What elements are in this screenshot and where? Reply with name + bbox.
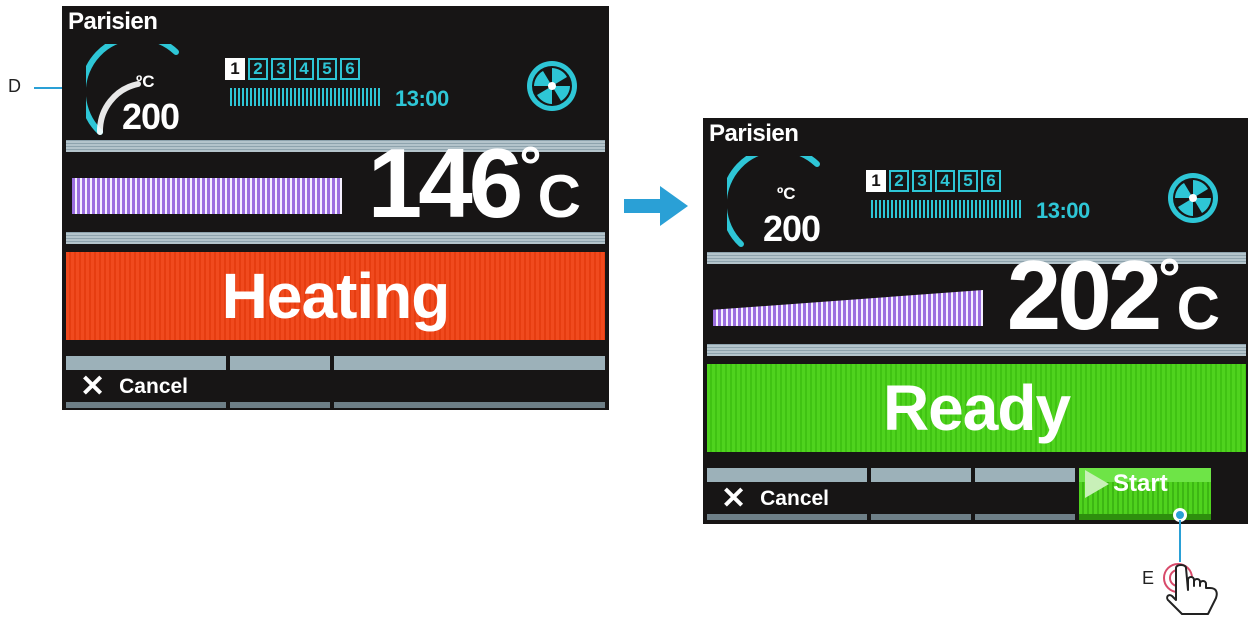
step-4: 4 — [294, 58, 314, 80]
temperature-unit: C — [537, 163, 581, 230]
temperature-unit: C — [1176, 275, 1220, 342]
degree-symbol: ° — [519, 134, 541, 197]
blank-button[interactable] — [975, 468, 1075, 520]
status-banner: Ready — [707, 364, 1246, 452]
cancel-button[interactable]: ✕ Cancel — [66, 356, 226, 408]
start-label: Start — [1113, 470, 1168, 497]
current-temperature-value: 202 — [1006, 240, 1163, 350]
oven-screen-heating: Parisien ºC 200 1 2 3 4 5 6 13:00 146°C … — [62, 6, 609, 410]
temperature-bar — [713, 290, 983, 326]
oven-screen-ready: Parisien ºC 200 1 2 3 4 5 6 13:00 202°C … — [703, 118, 1248, 524]
setpoint-gauge[interactable]: ºC 200 — [727, 156, 837, 256]
close-icon: ✕ — [721, 482, 747, 515]
degree-symbol: ° — [1158, 246, 1180, 309]
time-progress-bar — [871, 200, 1021, 218]
callout-d-label: D — [8, 76, 21, 96]
step-6: 6 — [340, 58, 360, 80]
start-button[interactable]: Start — [1079, 468, 1211, 520]
callout-e-line — [1179, 520, 1181, 562]
time-progress-bar — [230, 88, 380, 106]
cancel-label: Cancel — [760, 487, 830, 510]
step-4: 4 — [935, 170, 955, 192]
status-banner: Heating — [66, 252, 605, 340]
setpoint-gauge[interactable]: ºC 200 — [86, 44, 196, 144]
blank-button[interactable] — [334, 356, 605, 408]
program-steps: 1 2 3 4 5 6 — [866, 170, 1001, 192]
blank-button[interactable] — [871, 468, 971, 520]
current-temperature: 146°C — [368, 134, 581, 232]
soft-button-row: ✕ Cancel — [66, 356, 605, 408]
blank-button[interactable] — [230, 356, 330, 408]
step-3: 3 — [271, 58, 291, 80]
program-steps: 1 2 3 4 5 6 — [225, 58, 360, 80]
divider-band — [66, 232, 605, 244]
close-icon: ✕ — [80, 370, 106, 403]
bake-time: 13:00 — [1036, 198, 1090, 223]
step-1: 1 — [225, 58, 245, 80]
cancel-button[interactable]: ✕ Cancel — [707, 468, 867, 520]
step-6: 6 — [981, 170, 1001, 192]
step-2: 2 — [889, 170, 909, 192]
setpoint-value: 200 — [763, 208, 821, 249]
soft-button-row: ✕ Cancel Start — [707, 468, 1246, 520]
fan-icon — [527, 61, 577, 111]
bake-time: 13:00 — [395, 86, 449, 111]
program-name: Parisien — [68, 8, 158, 35]
program-name: Parisien — [709, 120, 799, 147]
step-1: 1 — [866, 170, 886, 192]
setpoint-value: 200 — [122, 96, 180, 137]
step-2: 2 — [248, 58, 268, 80]
callout-e-label: E — [1142, 568, 1155, 588]
tap-hand-icon — [1163, 563, 1218, 615]
setpoint-unit: ºC — [777, 184, 796, 203]
step-5: 5 — [317, 58, 337, 80]
current-temperature: 202°C — [1007, 246, 1220, 344]
temperature-bar — [72, 178, 342, 214]
cancel-label: Cancel — [119, 375, 189, 398]
fan-icon — [1168, 173, 1218, 223]
arrow-right-icon — [624, 186, 688, 226]
divider-band — [707, 344, 1246, 356]
step-5: 5 — [958, 170, 978, 192]
setpoint-unit: ºC — [136, 72, 155, 91]
current-temperature-value: 146 — [367, 128, 524, 238]
step-3: 3 — [912, 170, 932, 192]
play-icon — [1085, 470, 1109, 498]
